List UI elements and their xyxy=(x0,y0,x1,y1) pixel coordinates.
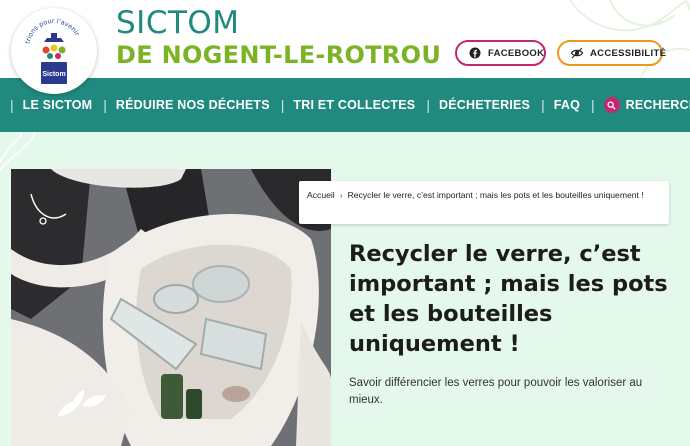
search-button[interactable]: RECHERCHER xyxy=(603,97,690,113)
nav-divider: | xyxy=(426,97,430,113)
breadcrumb-home-link[interactable]: Accueil xyxy=(307,190,335,200)
leaf-decoration xyxy=(58,390,106,416)
breadcrumb: Accueil › Recycler le verre, c’est importa… xyxy=(299,181,669,224)
chevron-right-icon: › xyxy=(339,190,343,200)
nav-divider: | xyxy=(10,97,14,113)
nav-item-decheteries[interactable]: DÉCHETERIES xyxy=(439,98,530,112)
nav-item-reduire-nos-dechets[interactable]: RÉDUIRE NOS DÉCHETS xyxy=(116,98,270,112)
facebook-icon xyxy=(469,47,481,59)
decorative-swirl xyxy=(569,0,690,78)
eye-icon xyxy=(570,47,584,59)
breadcrumb-current: Recycler le verre, c’est important ; mai… xyxy=(347,190,644,200)
nav-item-faq[interactable]: FAQ xyxy=(554,98,580,112)
decorative-swirl xyxy=(0,132,36,171)
facebook-label: FACEBOOK xyxy=(488,47,545,59)
site-title[interactable]: SICTOM xyxy=(116,6,240,40)
article-hero: Accueil › Recycler le verre, c’est importa… xyxy=(0,132,690,446)
site-header: SICTOM DE NOGENT-LE-ROTROU FACEBOOK ACCE… xyxy=(0,0,690,78)
search-icon xyxy=(603,97,620,113)
nav-divider: | xyxy=(103,97,107,113)
nav-item-tri-et-collectes[interactable]: TRI ET COLLECTES xyxy=(293,98,415,112)
nav-divider: | xyxy=(591,97,595,113)
site-logo[interactable]: trions pour l'avenir Sictom xyxy=(11,8,97,94)
site-subtitle[interactable]: DE NOGENT-LE-ROTROU xyxy=(116,40,441,70)
logo-label: Sictom xyxy=(42,71,65,78)
page-title: Recycler le verre, c’est important ; mai… xyxy=(349,241,668,357)
nav-divider: | xyxy=(541,97,545,113)
facebook-button[interactable]: FACEBOOK xyxy=(455,40,546,66)
accessibility-button[interactable]: ACCESSIBILITÉ xyxy=(557,40,667,66)
article-lead: Savoir différencier les verres pour pouv… xyxy=(349,377,643,406)
search-label: RECHERCHER xyxy=(625,98,690,112)
nav-divider: | xyxy=(280,97,285,113)
main-navigation: | LE SICTOM | RÉDUIRE NOS DÉCHETS | TRI … xyxy=(0,78,690,132)
accessibility-label: ACCESSIBILITÉ xyxy=(590,47,667,59)
nav-item-le-sictom[interactable]: LE SICTOM xyxy=(23,98,93,112)
